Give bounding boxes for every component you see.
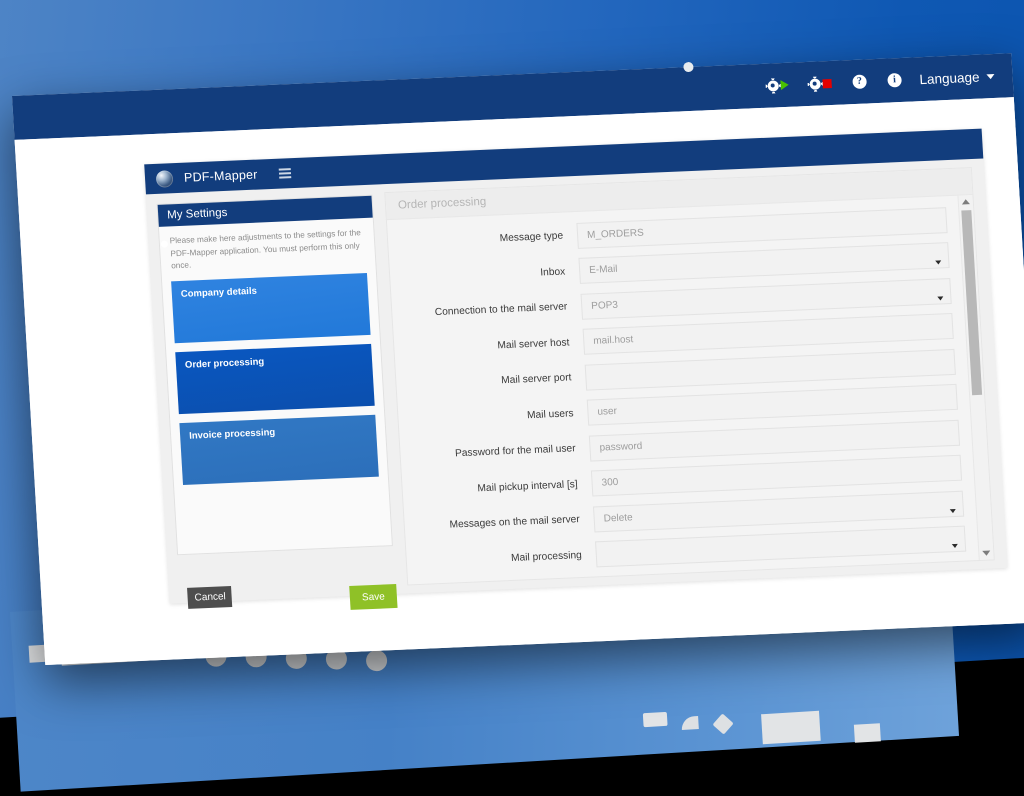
decor-rect [642,711,668,728]
play-icon [780,79,789,91]
form-value: M_ORDERS [586,227,645,241]
pdf-mapper-logo-icon [155,169,174,188]
form-label: Connection to the mail server [434,301,568,319]
form-value: password [599,440,643,454]
sidebar-card-company-details[interactable]: Company details [171,273,371,344]
form-label: Mail users [526,408,574,421]
window-page: PDF-Mapper My Settings Please make here … [14,97,1024,666]
cancel-button[interactable]: Cancel [187,586,233,609]
application-panel: PDF-Mapper My Settings Please make here … [144,128,1008,610]
scene: ? i Language PDF-Mapper My Settings Plea… [0,0,1024,796]
start-service-icon[interactable] [767,79,789,92]
form-field-list: Message type M_ORDERS Inbox E-Mail Connectio… [387,196,979,585]
chevron-down-icon [951,544,959,549]
form-value: E-Mail [588,264,618,277]
form-label: Mail server host [497,337,570,352]
form-value: 300 [601,477,619,489]
save-button[interactable]: Save [349,583,398,610]
chevron-down-icon [949,508,956,513]
decor-rect-small [853,723,881,743]
form-label: Mail processing [510,549,583,564]
form-value: user [597,406,618,418]
sidebar-card-label: Invoice processing [188,427,276,442]
chevron-down-icon [937,296,944,301]
form-label: Messages on the mail server [449,514,581,531]
decor-rect-large [761,710,821,745]
gear-icon [809,77,821,90]
my-settings-box: My Settings Please make here adjustments… [156,194,393,556]
decor-circle [365,649,388,672]
scroll-down-arrow-icon[interactable] [979,546,994,560]
decor-quarter-circle [681,715,699,730]
notification-dot [683,61,694,73]
form-label: Password for the mail user [454,443,576,460]
form-value: Delete [603,512,633,525]
decorative-shapes [630,682,934,780]
language-label: Language [919,69,980,87]
sidebar-card-label: Order processing [184,356,265,371]
chevron-down-icon [986,73,995,79]
form-label: Inbox [539,266,566,279]
form-label: Message type [499,230,564,245]
app-window: ? i Language PDF-Mapper My Settings Plea… [12,53,1024,666]
my-settings-description: Please make here adjustments to the sett… [169,228,362,271]
decor-diamond [712,713,734,735]
chevron-down-icon [935,260,942,265]
sidebar-card-label: Company details [180,285,258,301]
settings-sidebar: My Settings Please make here adjustments… [156,194,398,610]
form-value: mail.host [593,334,634,348]
form-value: POP3 [590,299,619,312]
stop-square-icon [822,78,832,88]
nav-icon-group: ? i [767,72,902,93]
help-icon[interactable]: ? [852,74,867,90]
hamburger-menu-icon[interactable] [278,167,291,179]
form-panel: Order processing Message type M_ORDERS Inb… [384,167,995,586]
sidebar-card-invoice-processing[interactable]: Invoice processing [179,414,379,486]
form-label: Mail server port [500,372,572,387]
gear-icon [767,79,779,92]
info-icon[interactable]: i [887,72,902,88]
sidebar-card-order-processing[interactable]: Order processing [175,343,375,415]
language-dropdown[interactable]: Language [919,68,995,87]
form-label: Mail pickup interval [s] [477,478,578,495]
scroll-up-arrow-icon[interactable] [958,195,973,209]
stop-service-icon[interactable] [809,77,832,90]
app-title: PDF-Mapper [183,167,258,185]
